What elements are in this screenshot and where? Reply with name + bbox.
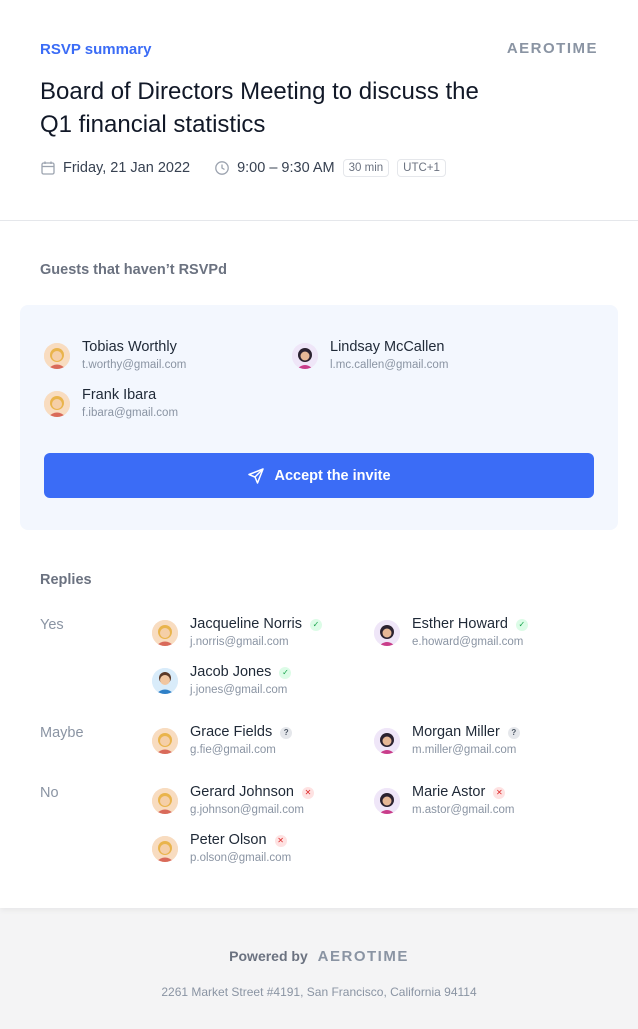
rsvp-summary-label: RSVP summary [40, 41, 152, 58]
reply-name: Esther Howard ✓ [412, 616, 528, 632]
reply-person: Esther Howard ✓ e.howard@gmail.com [374, 616, 604, 656]
timezone-badge: UTC+1 [397, 159, 446, 177]
guest-name: Tobias Worthly [82, 339, 177, 355]
reply-email: j.jones@gmail.com [190, 684, 288, 696]
reply-email: g.johnson@gmail.com [190, 804, 304, 816]
avatar [152, 788, 178, 814]
reply-person: Jacqueline Norris ✓ j.norris@gmail.com [152, 616, 362, 656]
reply-person: Marie Astor ✕ m.astor@gmail.com [374, 784, 604, 824]
header: RSVP summary AEROTIME Board of Directors… [40, 0, 598, 220]
meeting-meta: Friday, 21 Jan 2022 9:00 – 9:30 AM 30 mi… [40, 156, 446, 180]
check-icon: ✓ [310, 619, 323, 631]
reply-person: Jacob Jones ✓ j.jones@gmail.com [152, 664, 362, 704]
avatar [152, 836, 178, 862]
reply-email: m.miller@gmail.com [412, 744, 517, 756]
pending-guests-box: Tobias Worthly t.worthy@gmail.com Lindsa… [20, 305, 618, 530]
guest-email: l.mc.callen@gmail.com [330, 359, 449, 371]
reply-email: e.howard@gmail.com [412, 636, 524, 648]
calendar-icon [41, 161, 55, 175]
accept-invite-button[interactable]: Accept the invite [44, 453, 594, 498]
avatar [152, 620, 178, 646]
pending-section-title: Guests that haven’t RSVPd [40, 262, 227, 278]
reply-person: Grace Fields? g.fie@gmail.com [152, 724, 362, 764]
powered-by: Powered by AEROTIME [0, 948, 638, 965]
cross-icon: ✕ [301, 787, 314, 799]
avatar [152, 668, 178, 694]
aerotime-logo: AEROTIME [506, 40, 598, 57]
reply-group-label-maybe: Maybe [40, 725, 84, 741]
reply-name: Jacqueline Norris ✓ [190, 616, 323, 632]
avatar [152, 728, 178, 754]
guest-name: Frank Ibara [82, 387, 157, 403]
avatar [374, 788, 400, 814]
reply-person: Morgan Miller? m.miller@gmail.com [374, 724, 604, 764]
reply-name: Grace Fields? [190, 724, 293, 740]
reply-group-label-no: No [40, 785, 59, 801]
footer: Powered by AEROTIME 2261 Market Street #… [0, 908, 638, 1029]
reply-name: Morgan Miller? [412, 724, 520, 740]
avatar [44, 391, 70, 417]
reply-group-label-yes: Yes [40, 617, 64, 633]
reply-email: m.astor@gmail.com [412, 804, 515, 816]
avatar [44, 343, 70, 369]
check-icon: ✓ [515, 619, 528, 631]
reply-name: Peter Olson ✕ [190, 832, 287, 848]
pending-guest: Lindsay McCallen l.mc.callen@gmail.com [292, 339, 522, 379]
reply-email: j.norris@gmail.com [190, 636, 289, 648]
question-icon: ? [507, 727, 520, 739]
cross-icon: ✕ [274, 835, 287, 847]
replies-section-title: Replies [40, 572, 92, 588]
avatar [374, 620, 400, 646]
powered-by-label: Powered by [229, 948, 308, 964]
question-icon: ? [280, 727, 293, 739]
clock-icon [215, 161, 229, 175]
reply-person: Peter Olson ✕ p.olson@gmail.com [152, 832, 362, 872]
accept-invite-label: Accept the invite [274, 467, 391, 484]
check-icon: ✓ [279, 667, 292, 679]
meeting-title: Board of Directors Meeting to discuss th… [40, 78, 479, 138]
footer-logo: AEROTIME [317, 948, 409, 965]
reply-name: Marie Astor ✕ [412, 784, 506, 800]
reply-person: Gerard Johnson ✕ g.johnson@gmail.com [152, 784, 362, 824]
pending-guest: Frank Ibara f.ibara@gmail.com [44, 387, 274, 427]
guest-name: Lindsay McCallen [330, 339, 445, 355]
reply-email: g.fie@gmail.com [190, 744, 276, 756]
duration-badge: 30 min [342, 159, 390, 177]
guest-email: t.worthy@gmail.com [82, 359, 187, 371]
footer-address: 2261 Market Street #4191, San Francisco,… [161, 985, 477, 999]
send-icon [248, 467, 265, 484]
header-divider [0, 220, 638, 221]
reply-name: Gerard Johnson ✕ [190, 784, 314, 800]
cross-icon: ✕ [493, 787, 506, 799]
meeting-time: 9:00 – 9:30 AM [237, 160, 335, 176]
pending-guest: Tobias Worthly t.worthy@gmail.com [44, 339, 274, 379]
rsvp-card: RSVP summary AEROTIME Board of Directors… [0, 0, 638, 908]
avatar [292, 343, 318, 369]
reply-email: p.olson@gmail.com [190, 852, 292, 864]
guest-email: f.ibara@gmail.com [82, 407, 179, 419]
meeting-date: Friday, 21 Jan 2022 [63, 160, 191, 176]
reply-name: Jacob Jones ✓ [190, 664, 292, 680]
avatar [374, 728, 400, 754]
